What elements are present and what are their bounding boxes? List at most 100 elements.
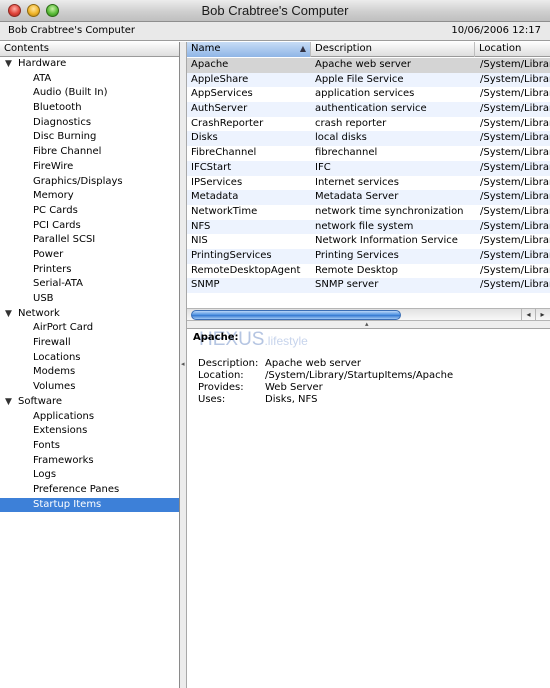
scroll-left-icon[interactable]: ◂ <box>521 309 535 320</box>
sidebar-item-fibre-channel[interactable]: Fibre Channel <box>0 145 179 160</box>
cell-location: /System/Librar <box>480 73 550 85</box>
disclosure-triangle-icon[interactable]: ▼ <box>5 57 18 72</box>
table-row[interactable]: AuthServer authentication service/System/… <box>187 102 550 117</box>
sidebar-item-audio-built-in[interactable]: Audio (Built In) <box>0 86 179 101</box>
cell-description: Remote Desktop <box>315 264 399 276</box>
cell-description: SNMP server <box>315 279 379 291</box>
sidebar-item-graphics-displays[interactable]: Graphics/Displays <box>0 175 179 190</box>
cell-name: Disks <box>191 132 218 144</box>
table-row[interactable]: AppleShare Apple File Service/System/Libr… <box>187 72 550 88</box>
sidebar-item-locations[interactable]: Locations <box>0 351 179 366</box>
cell-location: /System/Librar <box>480 249 550 261</box>
sidebar-item-preference-panes[interactable]: Preference Panes <box>0 483 179 498</box>
cell-name: AuthServer <box>191 103 248 115</box>
column-header-location[interactable]: Location <box>475 42 550 57</box>
table-row[interactable]: FibreChannel fibrechannel/System/Librar <box>187 146 550 161</box>
cell-location: /System/Librar <box>480 176 550 188</box>
cell-name: AppServices <box>191 88 253 100</box>
splitter-handle-icon[interactable]: ▴ <box>365 320 369 328</box>
sidebar-item-extensions[interactable]: Extensions <box>0 424 179 439</box>
cell-name: AppleShare <box>191 73 249 85</box>
sidebar-item-startup-items[interactable]: Startup Items <box>0 497 179 513</box>
tree-group-software[interactable]: ▼ Software <box>0 395 179 410</box>
cell-description: Printing Services <box>315 249 399 261</box>
sidebar-item-diagnostics[interactable]: Diagnostics <box>0 116 179 131</box>
sidebar-item-bluetooth[interactable]: Bluetooth <box>0 101 179 116</box>
cell-location: /System/Librar <box>480 117 550 129</box>
sidebar-item-volumes[interactable]: Volumes <box>0 380 179 395</box>
contents-sidebar: Contents ▼ Hardware ATA Audio (Built In) Blu… <box>0 42 180 688</box>
sidebar-item-fonts[interactable]: Fonts <box>0 439 179 454</box>
detail-field-value: Apache web server <box>265 358 361 369</box>
cell-name: CrashReporter <box>191 117 264 129</box>
cell-description: Apache web server <box>315 59 411 70</box>
tree-group-network[interactable]: ▼ Network <box>0 307 179 322</box>
sidebar-item-parallel-scsi[interactable]: Parallel SCSI <box>0 233 179 248</box>
cell-location: /System/Librar <box>480 88 550 100</box>
cell-location: /System/Librar <box>480 59 550 70</box>
scrollbar-thumb[interactable] <box>191 310 401 320</box>
disclosure-triangle-icon[interactable]: ▼ <box>5 395 18 410</box>
table-row[interactable]: NetworkTime network time synchronization /… <box>187 205 550 220</box>
detail-field-location: Location: /System/Library/StartupItems/Ap… <box>198 370 453 381</box>
splitter-handle-icon[interactable]: ◂ <box>181 360 185 368</box>
cell-location: /System/Librar <box>480 103 550 115</box>
table-row[interactable]: AppServices application services/System/L… <box>187 87 550 102</box>
sidebar-item-airport-card[interactable]: AirPort Card <box>0 321 179 336</box>
cell-name: FibreChannel <box>191 147 257 159</box>
table-row[interactable]: NIS Network Information Service/System/Li… <box>187 234 550 249</box>
detail-field-description: Description: Apache web server <box>198 358 361 369</box>
scroll-right-icon[interactable]: ▸ <box>535 309 549 320</box>
table-row[interactable]: Metadata Metadata Server/System/Librar <box>187 190 550 205</box>
window-titlebar[interactable]: Bob Crabtree's Computer <box>0 0 550 22</box>
detail-field-value: /System/Library/StartupItems/Apache <box>265 370 454 381</box>
disclosure-triangle-icon[interactable]: ▼ <box>5 307 18 322</box>
cell-name: IFCStart <box>191 161 232 173</box>
cell-description: Apple File Service <box>315 73 404 85</box>
column-header-description[interactable]: Description <box>311 42 475 57</box>
cell-description: network time synchronization <box>315 205 464 217</box>
sidebar-item-printers[interactable]: Printers <box>0 263 179 278</box>
sidebar-item-firewire[interactable]: FireWire <box>0 160 179 175</box>
sidebar-item-logs[interactable]: Logs <box>0 468 179 483</box>
table-row[interactable]: Apache Apache web server/System/Librar <box>187 58 550 73</box>
cell-name: IPServices <box>191 176 243 188</box>
cell-description: fibrechannel <box>315 147 378 159</box>
sidebar-item-disc-burning[interactable]: Disc Burning <box>0 130 179 145</box>
table-row[interactable]: IFCStart IFC/System/Librar <box>187 160 550 176</box>
detail-pane: HEXUS.lifestyle Apache: Description: Apac… <box>187 329 550 688</box>
cell-location: /System/Librar <box>480 264 550 276</box>
table-row[interactable]: SNMP SNMP server/System/Librar <box>187 278 550 293</box>
sidebar-item-modems[interactable]: Modems <box>0 365 179 380</box>
tree-group-hardware[interactable]: ▼ Hardware <box>0 57 179 72</box>
sidebar-item-pc-cards[interactable]: PC Cards <box>0 204 179 219</box>
sort-ascending-icon: ▲ <box>299 44 306 53</box>
vertical-splitter[interactable]: ◂ <box>180 42 187 688</box>
sidebar-item-ata[interactable]: ATA <box>0 72 179 87</box>
detail-field-key: Description: <box>198 358 259 369</box>
sidebar-item-power[interactable]: Power <box>0 248 179 263</box>
cell-name: NFS <box>191 220 211 232</box>
table-row[interactable]: PrintingServices Printing Services/System… <box>187 248 550 264</box>
sidebar-item-applications[interactable]: Applications <box>0 410 179 425</box>
table-row[interactable]: CrashReporter crash reporter/System/Libra… <box>187 117 550 132</box>
horizontal-splitter[interactable]: ▴ <box>187 320 550 329</box>
sidebar-item-frameworks[interactable]: Frameworks <box>0 454 179 469</box>
column-header-name[interactable]: Name ▲ <box>187 42 311 57</box>
sidebar-item-serial-ata[interactable]: Serial-ATA <box>0 277 179 292</box>
window-title: Bob Crabtree's Computer <box>201 3 349 18</box>
sidebar-item-pci-cards[interactable]: PCI Cards <box>0 219 179 234</box>
info-bar: Bob Crabtree's Computer 10/06/2006 12:17 <box>0 22 550 41</box>
sidebar-item-firewall[interactable]: Firewall <box>0 336 179 351</box>
detail-field-uses: Uses: Disks, NFS <box>198 394 317 405</box>
table-row[interactable]: Disks local disks/System/Librar <box>187 131 550 147</box>
cell-description: application services <box>315 88 415 100</box>
sidebar-header[interactable]: Contents <box>0 42 179 57</box>
table-row[interactable]: RemoteDesktopAgent Remote Desktop/System/… <box>187 264 550 279</box>
cell-description: Network Information Service <box>315 235 458 247</box>
sidebar-item-memory[interactable]: Memory <box>0 189 179 204</box>
sidebar-item-usb[interactable]: USB <box>0 292 179 307</box>
table-row[interactable]: NFS network file system/System/Librar <box>187 219 550 235</box>
table-row[interactable]: IPServices Internet services/System/Libra… <box>187 176 550 191</box>
cell-description: network file system <box>315 220 414 232</box>
